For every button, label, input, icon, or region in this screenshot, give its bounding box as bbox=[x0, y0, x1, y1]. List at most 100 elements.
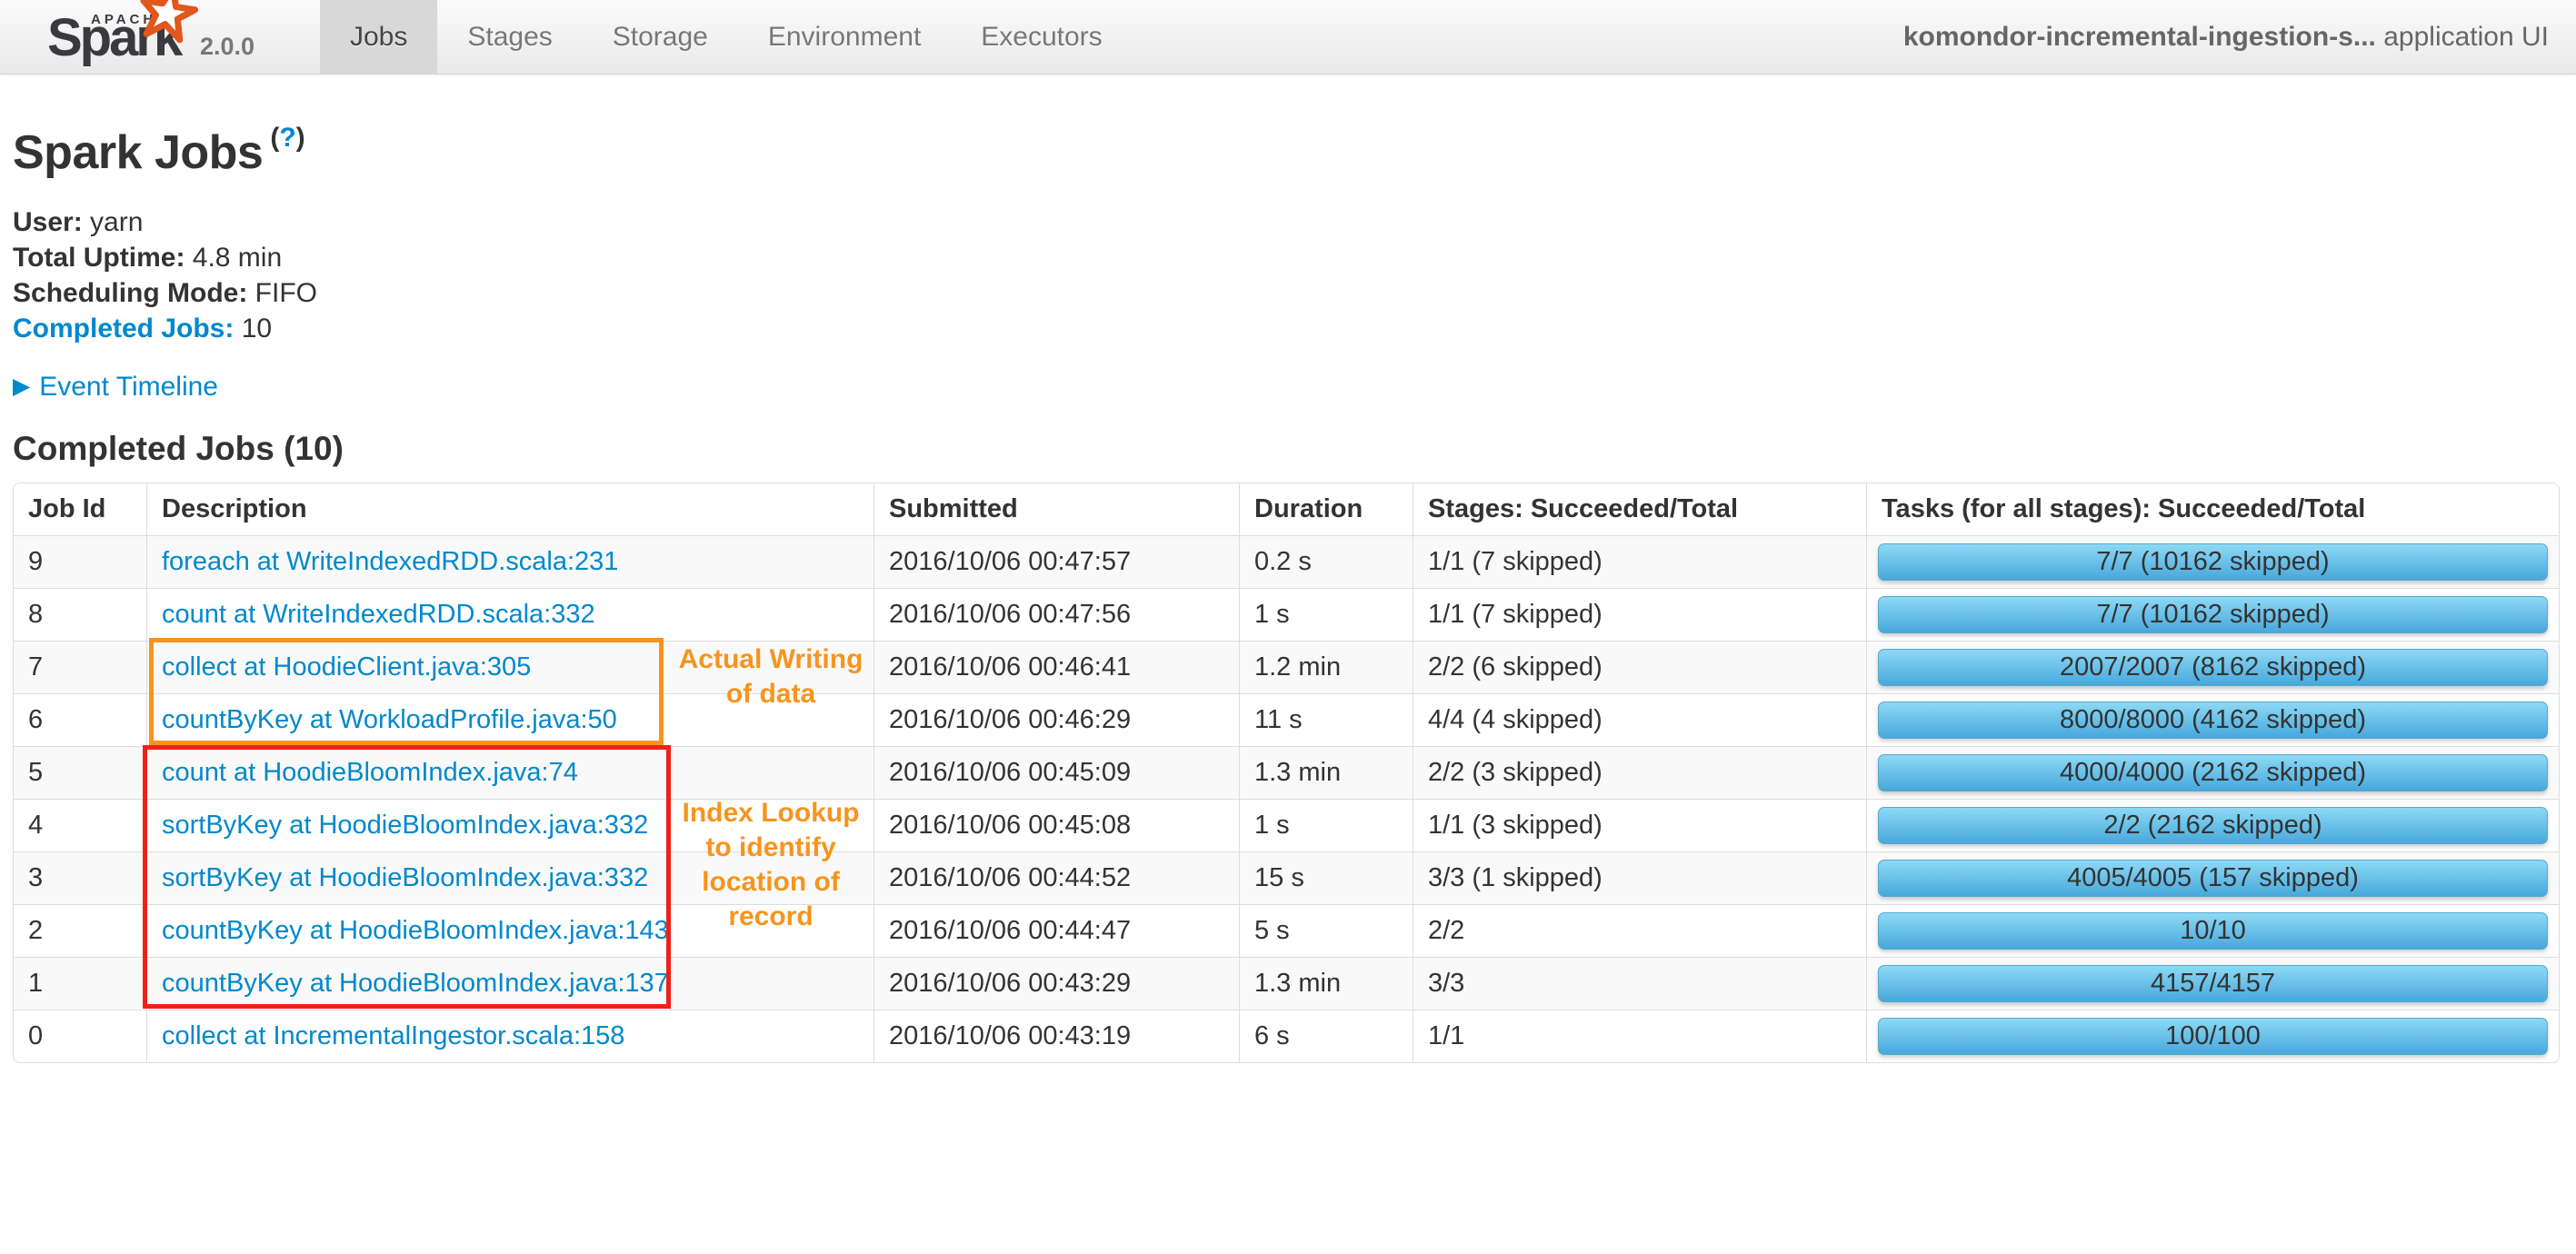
summary-item-0: User: yarn bbox=[13, 204, 2563, 240]
stages-cell: 1/1 (3 skipped) bbox=[1413, 799, 1866, 851]
help-link[interactable]: ? bbox=[279, 123, 295, 153]
submitted-cell: 2016/10/06 00:44:47 bbox=[874, 904, 1239, 957]
tasks-cell: 2007/2007 (8162 skipped) bbox=[1866, 641, 2559, 693]
duration-cell: 1 s bbox=[1239, 588, 1413, 641]
tasks-progress-bar: 4005/4005 (157 skipped) bbox=[1878, 860, 2548, 897]
table-row: 0 collect at IncrementalIngestor.scala:15… bbox=[14, 1010, 2559, 1062]
page-content: Spark Jobs (?) User: yarn Total Uptime: 4.… bbox=[0, 123, 2576, 1063]
column-header-3[interactable]: Duration bbox=[1239, 483, 1413, 535]
nav-tabs: Jobs Stages Storage Environment Executors bbox=[320, 0, 1133, 74]
description-cell: collect at IncrementalIngestor.scala:158 bbox=[146, 1010, 874, 1062]
duration-cell: 1.3 min bbox=[1239, 746, 1413, 799]
description-cell: sortByKey at HoodieBloomIndex.java:332 bbox=[146, 851, 874, 904]
completed-jobs-table-wrap: Job Id Description Submitted Duration Stages… bbox=[13, 483, 2563, 1063]
summary-label-link[interactable]: Completed Jobs: bbox=[13, 314, 234, 343]
summary-value: 4.8 min bbox=[185, 243, 283, 273]
tasks-progress-bar: 2007/2007 (8162 skipped) bbox=[1878, 649, 2548, 686]
spark-version: 2.0.0 bbox=[200, 33, 255, 60]
tasks-progress-bar: 100/100 bbox=[1878, 1018, 2548, 1055]
help-sup: (?) bbox=[270, 123, 305, 153]
tasks-cell: 4005/4005 (157 skipped) bbox=[1866, 851, 2559, 904]
duration-cell: 1.3 min bbox=[1239, 957, 1413, 1010]
column-header-4[interactable]: Stages: Succeeded/Total bbox=[1413, 483, 1866, 535]
job-description-link[interactable]: count at HoodieBloomIndex.java:74 bbox=[162, 758, 578, 787]
tasks-progress-bar: 7/7 (10162 skipped) bbox=[1878, 596, 2548, 633]
job-id-cell: 9 bbox=[14, 535, 146, 588]
submitted-cell: 2016/10/06 00:46:41 bbox=[874, 641, 1239, 693]
tasks-progress-bar: 4000/4000 (2162 skipped) bbox=[1878, 754, 2548, 791]
description-cell: count at WriteIndexedRDD.scala:332 bbox=[146, 588, 874, 641]
stages-cell: 1/1 bbox=[1413, 1010, 1866, 1062]
job-description-link[interactable]: count at WriteIndexedRDD.scala:332 bbox=[162, 600, 595, 629]
summary-label: User: bbox=[13, 207, 83, 237]
duration-cell: 6 s bbox=[1239, 1010, 1413, 1062]
summary-value: 10 bbox=[234, 314, 273, 343]
job-id-cell: 3 bbox=[14, 851, 146, 904]
tasks-cell: 4000/4000 (2162 skipped) bbox=[1866, 746, 2559, 799]
tasks-cell: 2/2 (2162 skipped) bbox=[1866, 799, 2559, 851]
duration-cell: 15 s bbox=[1239, 851, 1413, 904]
job-description-link[interactable]: collect at IncrementalIngestor.scala:158 bbox=[162, 1021, 624, 1050]
job-description-link[interactable]: countByKey at HoodieBloomIndex.java:143 bbox=[162, 916, 669, 945]
event-timeline-label: Event Timeline bbox=[39, 372, 218, 402]
summary-value: FIFO bbox=[247, 278, 317, 308]
job-id-cell: 5 bbox=[14, 746, 146, 799]
column-header-5[interactable]: Tasks (for all stages): Succeeded/Total bbox=[1866, 483, 2559, 535]
column-header-0[interactable]: Job Id bbox=[14, 483, 146, 535]
job-description-link[interactable]: foreach at WriteIndexedRDD.scala:231 bbox=[162, 547, 618, 576]
description-cell: countByKey at HoodieBloomIndex.java:143 bbox=[146, 904, 874, 957]
duration-cell: 5 s bbox=[1239, 904, 1413, 957]
submitted-cell: 2016/10/06 00:43:29 bbox=[874, 957, 1239, 1010]
job-description-link[interactable]: sortByKey at HoodieBloomIndex.java:332 bbox=[162, 811, 648, 840]
tab-storage[interactable]: Storage bbox=[583, 0, 738, 74]
description-cell: sortByKey at HoodieBloomIndex.java:332 bbox=[146, 799, 874, 851]
table-row: 1 countByKey at HoodieBloomIndex.java:137… bbox=[14, 957, 2559, 1010]
job-description-link[interactable]: countByKey at HoodieBloomIndex.java:137 bbox=[162, 969, 669, 998]
tab-stages[interactable]: Stages bbox=[437, 0, 582, 74]
expand-arrow-icon: ▶ bbox=[13, 373, 31, 399]
job-id-cell: 4 bbox=[14, 799, 146, 851]
tasks-cell: 10/10 bbox=[1866, 904, 2559, 957]
app-title: komondor-incremental-ingestion-s... appl… bbox=[1903, 0, 2576, 74]
job-id-cell: 7 bbox=[14, 641, 146, 693]
summary-item-2: Scheduling Mode: FIFO bbox=[13, 275, 2563, 311]
description-cell: countByKey at HoodieBloomIndex.java:137 bbox=[146, 957, 874, 1010]
duration-cell: 11 s bbox=[1239, 693, 1413, 746]
summary-value: yarn bbox=[82, 207, 144, 237]
submitted-cell: 2016/10/06 00:47:56 bbox=[874, 588, 1239, 641]
job-id-cell: 0 bbox=[14, 1010, 146, 1062]
summary-item-3: Completed Jobs: 10 bbox=[13, 311, 2563, 346]
tab-executors[interactable]: Executors bbox=[951, 0, 1132, 74]
spark-logo: APACHE Spark 2.0.0 bbox=[0, 0, 320, 74]
column-header-2[interactable]: Submitted bbox=[874, 483, 1239, 535]
table-row: 2 countByKey at HoodieBloomIndex.java:143… bbox=[14, 904, 2559, 957]
completed-jobs-table: Job Id Description Submitted Duration Stages… bbox=[14, 483, 2559, 1062]
tab-environment[interactable]: Environment bbox=[738, 0, 951, 74]
table-row: 8 count at WriteIndexedRDD.scala:332 2016/… bbox=[14, 588, 2559, 641]
tab-jobs[interactable]: Jobs bbox=[320, 0, 438, 74]
tasks-cell: 4157/4157 bbox=[1866, 957, 2559, 1010]
job-description-link[interactable]: collect at HoodieClient.java:305 bbox=[162, 652, 531, 682]
summary-item-1: Total Uptime: 4.8 min bbox=[13, 240, 2563, 275]
table-row: 4 sortByKey at HoodieBloomIndex.java:332 2… bbox=[14, 799, 2559, 851]
table-body: 9 foreach at WriteIndexedRDD.scala:231 201… bbox=[14, 535, 2559, 1062]
duration-cell: 1 s bbox=[1239, 799, 1413, 851]
job-id-cell: 1 bbox=[14, 957, 146, 1010]
job-id-cell: 6 bbox=[14, 693, 146, 746]
event-timeline-toggle[interactable]: ▶ Event Timeline bbox=[13, 372, 2563, 403]
navbar: APACHE Spark 2.0.0 Jobs Stages Storage Envi… bbox=[0, 0, 2576, 75]
tasks-progress-bar: 2/2 (2162 skipped) bbox=[1878, 807, 2548, 844]
tasks-cell: 7/7 (10162 skipped) bbox=[1866, 588, 2559, 641]
column-header-1[interactable]: Description bbox=[146, 483, 874, 535]
job-description-link[interactable]: sortByKey at HoodieBloomIndex.java:332 bbox=[162, 863, 648, 892]
spark-star-icon bbox=[140, 0, 199, 44]
stages-cell: 1/1 (7 skipped) bbox=[1413, 535, 1866, 588]
tasks-cell: 100/100 bbox=[1866, 1010, 2559, 1062]
table-row: 3 sortByKey at HoodieBloomIndex.java:332 2… bbox=[14, 851, 2559, 904]
page-title: Spark Jobs (?) bbox=[13, 123, 305, 179]
tasks-progress-bar: 10/10 bbox=[1878, 912, 2548, 950]
submitted-cell: 2016/10/06 00:43:19 bbox=[874, 1010, 1239, 1062]
tasks-cell: 7/7 (10162 skipped) bbox=[1866, 535, 2559, 588]
job-description-link[interactable]: countByKey at WorkloadProfile.java:50 bbox=[162, 705, 617, 734]
description-cell: collect at HoodieClient.java:305 bbox=[146, 641, 874, 693]
